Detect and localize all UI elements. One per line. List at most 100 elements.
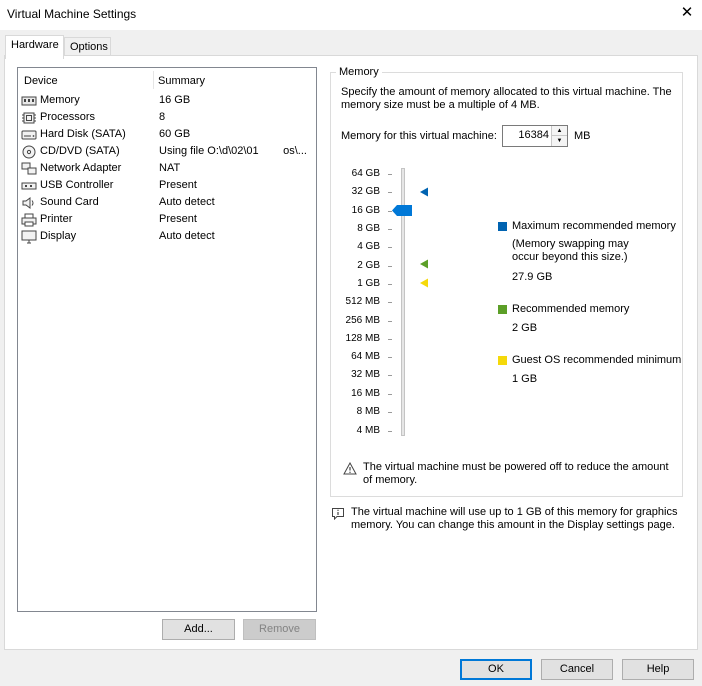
graphics-memory-info: The virtual machine will use up to 1 GB … [351,506,678,531]
device-row-display[interactable]: Display Auto detect [21,229,315,246]
device-summary: Present [159,179,197,191]
device-row-cd-dvd[interactable]: CD/DVD (SATA) Using file O:\d\02\01 os\.… [21,144,315,161]
device-summary: Auto detect [159,230,215,242]
device-list[interactable]: Device Summary Memory 16 GB Processors 8… [17,67,317,612]
close-icon[interactable]: ✕ [678,4,696,22]
scale-label: 32 MB [351,369,380,380]
memory-field-label: Memory for this virtual machine: [341,130,497,142]
scale-label: 16 MB [351,388,380,399]
device-name: USB Controller [40,179,114,191]
device-summary: Using file O:\d\02\01 os\... [159,145,307,157]
speaker-icon [22,197,34,209]
scale-label: 4 GB [357,241,380,252]
minimum-value: 1 GB [512,373,538,385]
memory-group-title: Memory [336,66,382,78]
device-row-usb-controller[interactable]: USB Controller Present [21,178,315,195]
minimum-marker-icon [420,278,428,288]
spinner-buttons: ▲ ▼ [551,126,567,146]
column-separator[interactable] [153,71,154,89]
scale-label: 128 MB [345,333,380,344]
device-summary: 60 GB [159,128,191,140]
device-name: Hard Disk (SATA) [40,128,126,140]
scale-label: 2 GB [357,260,380,271]
scale-tick [388,431,392,432]
device-row-network-adapter[interactable]: Network Adapter NAT [21,161,315,178]
recommended-value: 2 GB [512,322,538,334]
power-off-warning: The virtual machine must be powered off … [363,461,669,486]
memory-spinner[interactable]: 16384 ▲ ▼ [502,125,568,147]
scale-tick [388,174,392,175]
display-icon [21,230,37,244]
summary-column-header[interactable]: Summary [158,75,205,87]
device-name: Network Adapter [40,162,122,174]
device-column-header[interactable]: Device [24,75,58,87]
max-recommended-note: (Memory swapping may occur beyond this s… [512,238,629,263]
memory-unit: MB [574,130,591,142]
device-name: Processors [40,111,96,123]
scale-label: 16 GB [351,205,380,216]
memory-slider-thumb[interactable] [392,205,412,216]
cd-dvd-icon [22,145,36,159]
device-summary: Present [159,213,197,225]
usb-icon [21,182,37,190]
remove-button[interactable]: Remove [243,619,316,640]
device-name: Sound Card [40,196,99,208]
network-adapter-icon [21,162,37,175]
device-summary: NAT [159,162,181,174]
recommended-marker-icon [420,259,428,269]
scale-label: 8 GB [357,223,380,234]
max-recommended-label: Maximum recommended memory [512,220,676,232]
device-name: CD/DVD (SATA) [40,145,120,157]
memory-input[interactable]: 16384 [518,129,549,141]
scale-label: 64 MB [351,351,380,362]
tab-hardware[interactable]: Hardware [5,35,64,59]
scale-tick [388,266,392,267]
help-button[interactable]: Help [622,659,694,680]
scale-tick [388,375,392,376]
scale-tick [388,357,392,358]
device-summary: Auto detect [159,196,215,208]
window-title: Virtual Machine Settings [7,7,137,21]
device-row-printer[interactable]: Printer Present [21,212,315,229]
scale-tick [388,339,392,340]
hard-disk-icon [21,130,37,140]
printer-icon [21,213,37,227]
scale-tick [388,412,392,413]
max-recommended-value: 27.9 GB [512,271,553,283]
scale-tick [388,229,392,230]
device-summary: 16 GB [159,94,191,106]
spinner-up-arrow-icon[interactable]: ▲ [552,126,567,136]
scale-label: 4 MB [356,425,380,436]
max-recommended-marker-icon [420,187,428,197]
ok-button[interactable]: OK [460,659,532,680]
device-name: Printer [40,213,73,225]
device-name: Display [40,230,77,242]
scale-label: 512 MB [345,296,380,307]
device-row-processors[interactable]: Processors 8 [21,110,315,127]
scale-label: 1 GB [357,278,380,289]
device-row-memory[interactable]: Memory 16 GB [21,93,315,110]
device-name: Memory [40,94,80,106]
device-row-hard-disk[interactable]: Hard Disk (SATA) 60 GB [21,127,315,144]
processor-icon [22,112,36,124]
scale-label: 8 MB [356,406,380,417]
recommended-legend-icon [498,305,507,314]
add-button[interactable]: Add... [162,619,235,640]
scale-label: 32 GB [351,186,380,197]
minimum-legend-icon [498,356,507,365]
recommended-label: Recommended memory [512,303,630,315]
scale-label: 64 GB [351,168,380,179]
scale-tick [388,192,392,193]
scale-tick [388,394,392,395]
spinner-down-arrow-icon[interactable]: ▼ [552,136,567,146]
scale-tick [388,247,392,248]
scale-tick [388,284,392,285]
memory-icon [21,96,37,106]
max-recommended-legend-icon [498,222,507,231]
scale-tick [388,302,392,303]
device-summary: 8 [159,111,166,123]
scale-label: 256 MB [345,315,380,326]
device-row-sound-card[interactable]: Sound Card Auto detect [21,195,315,212]
cancel-button[interactable]: Cancel [541,659,613,680]
memory-description: Specify the amount of memory allocated t… [341,86,672,111]
